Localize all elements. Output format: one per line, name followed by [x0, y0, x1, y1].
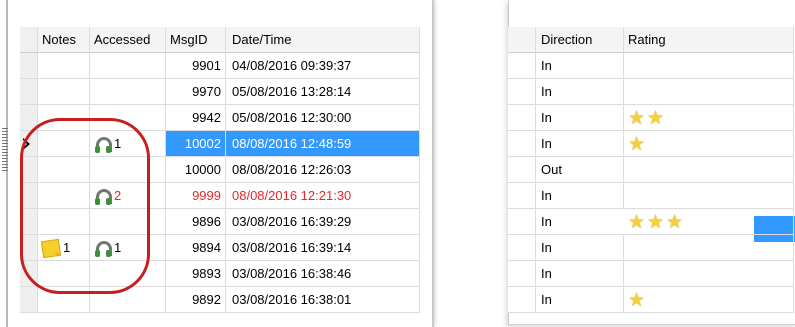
datetime-cell[interactable]: 05/08/2016 13:28:14: [226, 79, 420, 105]
direction-cell[interactable]: In: [536, 131, 624, 157]
rating-cell[interactable]: [624, 235, 794, 261]
row-spacer-cell: [508, 79, 536, 105]
star-icon: ★: [628, 133, 646, 155]
datetime-cell[interactable]: 03/08/2016 16:39:29: [226, 209, 420, 235]
direction-cell[interactable]: In: [536, 183, 624, 209]
msgid-cell[interactable]: 9892: [166, 287, 226, 313]
star-icon: ★: [647, 107, 665, 129]
direction-cell[interactable]: In: [536, 287, 624, 313]
row-indicator-cell[interactable]: [20, 53, 38, 79]
rating-cell[interactable]: [624, 53, 794, 79]
rating-cell[interactable]: ★ ★ ★: [624, 209, 794, 235]
direction-cell[interactable]: In: [536, 261, 624, 287]
datetime-cell[interactable]: 03/08/2016 16:38:01: [226, 287, 420, 313]
column-header-datetime[interactable]: Date/Time: [226, 27, 420, 53]
msgid-cell[interactable]: 9999: [166, 183, 226, 209]
table-row[interactable]: In ★ ★ ★: [508, 209, 794, 235]
accessed-cell[interactable]: [90, 53, 166, 79]
row-spacer-cell: [508, 105, 536, 131]
column-header-accessed[interactable]: Accessed: [90, 27, 166, 53]
row-spacer-cell: [508, 53, 536, 79]
table-row[interactable]: In: [508, 235, 794, 261]
column-header-notes[interactable]: Notes: [38, 27, 90, 53]
table-row[interactable]: In: [508, 183, 794, 209]
red-annotation-circle: [20, 118, 150, 294]
datetime-cell[interactable]: 08/08/2016 12:26:03: [226, 157, 420, 183]
row-spacer-cell: [508, 235, 536, 261]
datetime-cell[interactable]: 05/08/2016 12:30:00: [226, 105, 420, 131]
datetime-cell[interactable]: 08/08/2016 12:21:30: [226, 183, 420, 209]
table-row[interactable]: 9901 04/08/2016 09:39:37: [20, 53, 420, 79]
datetime-cell[interactable]: 04/08/2016 09:39:37: [226, 53, 420, 79]
star-icon: ★: [628, 211, 646, 233]
table-row[interactable]: In: [508, 79, 794, 105]
direction-cell[interactable]: In: [536, 53, 624, 79]
msgid-cell[interactable]: 9901: [166, 53, 226, 79]
datetime-cell[interactable]: 08/08/2016 12:48:59: [226, 131, 420, 157]
msgid-cell[interactable]: 10002: [166, 131, 226, 157]
star-icon: ★: [628, 107, 646, 129]
direction-cell[interactable]: Out: [536, 157, 624, 183]
grid-header-row: Direction Rating: [508, 27, 794, 53]
row-indicator-cell[interactable]: [20, 79, 38, 105]
table-row[interactable]: In ★: [508, 131, 794, 157]
msgid-cell[interactable]: 9896: [166, 209, 226, 235]
table-row[interactable]: 9970 05/08/2016 13:28:14: [20, 79, 420, 105]
table-row[interactable]: In ★: [508, 287, 794, 313]
header-spacer-cell: [508, 27, 536, 53]
direction-cell[interactable]: In: [536, 79, 624, 105]
rating-cell[interactable]: ★ ★: [624, 105, 794, 131]
row-spacer-cell: [508, 261, 536, 287]
direction-cell[interactable]: In: [536, 209, 624, 235]
splitter-grip[interactable]: [2, 128, 8, 172]
direction-rating-grid: Direction Rating In In In ★ ★ In ★ Out In In ★ ★ ★ In…: [508, 27, 794, 313]
table-row[interactable]: Out: [508, 157, 794, 183]
msgid-cell[interactable]: 9894: [166, 235, 226, 261]
direction-cell[interactable]: In: [536, 235, 624, 261]
rating-cell[interactable]: [624, 79, 794, 105]
datetime-cell[interactable]: 03/08/2016 16:39:14: [226, 235, 420, 261]
rating-cell[interactable]: ★: [624, 131, 794, 157]
column-header-rating[interactable]: Rating: [624, 27, 794, 53]
column-header-msgid[interactable]: MsgID: [166, 27, 226, 53]
table-row[interactable]: In: [508, 261, 794, 287]
datetime-cell[interactable]: 03/08/2016 16:38:46: [226, 261, 420, 287]
row-spacer-cell: [508, 183, 536, 209]
row-indicator-cell[interactable]: [20, 287, 38, 313]
header-indicator-cell: [20, 27, 38, 53]
row-spacer-cell: [508, 287, 536, 313]
msgid-cell[interactable]: 9893: [166, 261, 226, 287]
star-icon: ★: [666, 211, 684, 233]
star-icon: ★: [647, 211, 665, 233]
direction-cell[interactable]: In: [536, 105, 624, 131]
notes-cell[interactable]: [38, 79, 90, 105]
accessed-cell[interactable]: [90, 79, 166, 105]
rating-cell[interactable]: [624, 183, 794, 209]
row-spacer-cell: [508, 157, 536, 183]
table-row[interactable]: In: [508, 53, 794, 79]
notes-cell[interactable]: [38, 53, 90, 79]
rating-cell[interactable]: ★: [624, 287, 794, 313]
msgid-cell[interactable]: 10000: [166, 157, 226, 183]
table-row[interactable]: In ★ ★: [508, 105, 794, 131]
row-spacer-cell: [508, 131, 536, 157]
column-header-direction[interactable]: Direction: [536, 27, 624, 53]
msgid-cell[interactable]: 9942: [166, 105, 226, 131]
row-spacer-cell: [508, 209, 536, 235]
rating-cell[interactable]: [624, 157, 794, 183]
grid-header-row: Notes Accessed MsgID Date/Time: [20, 27, 420, 53]
star-icon: ★: [628, 289, 646, 311]
msgid-cell[interactable]: 9970: [166, 79, 226, 105]
rating-cell[interactable]: [624, 261, 794, 287]
